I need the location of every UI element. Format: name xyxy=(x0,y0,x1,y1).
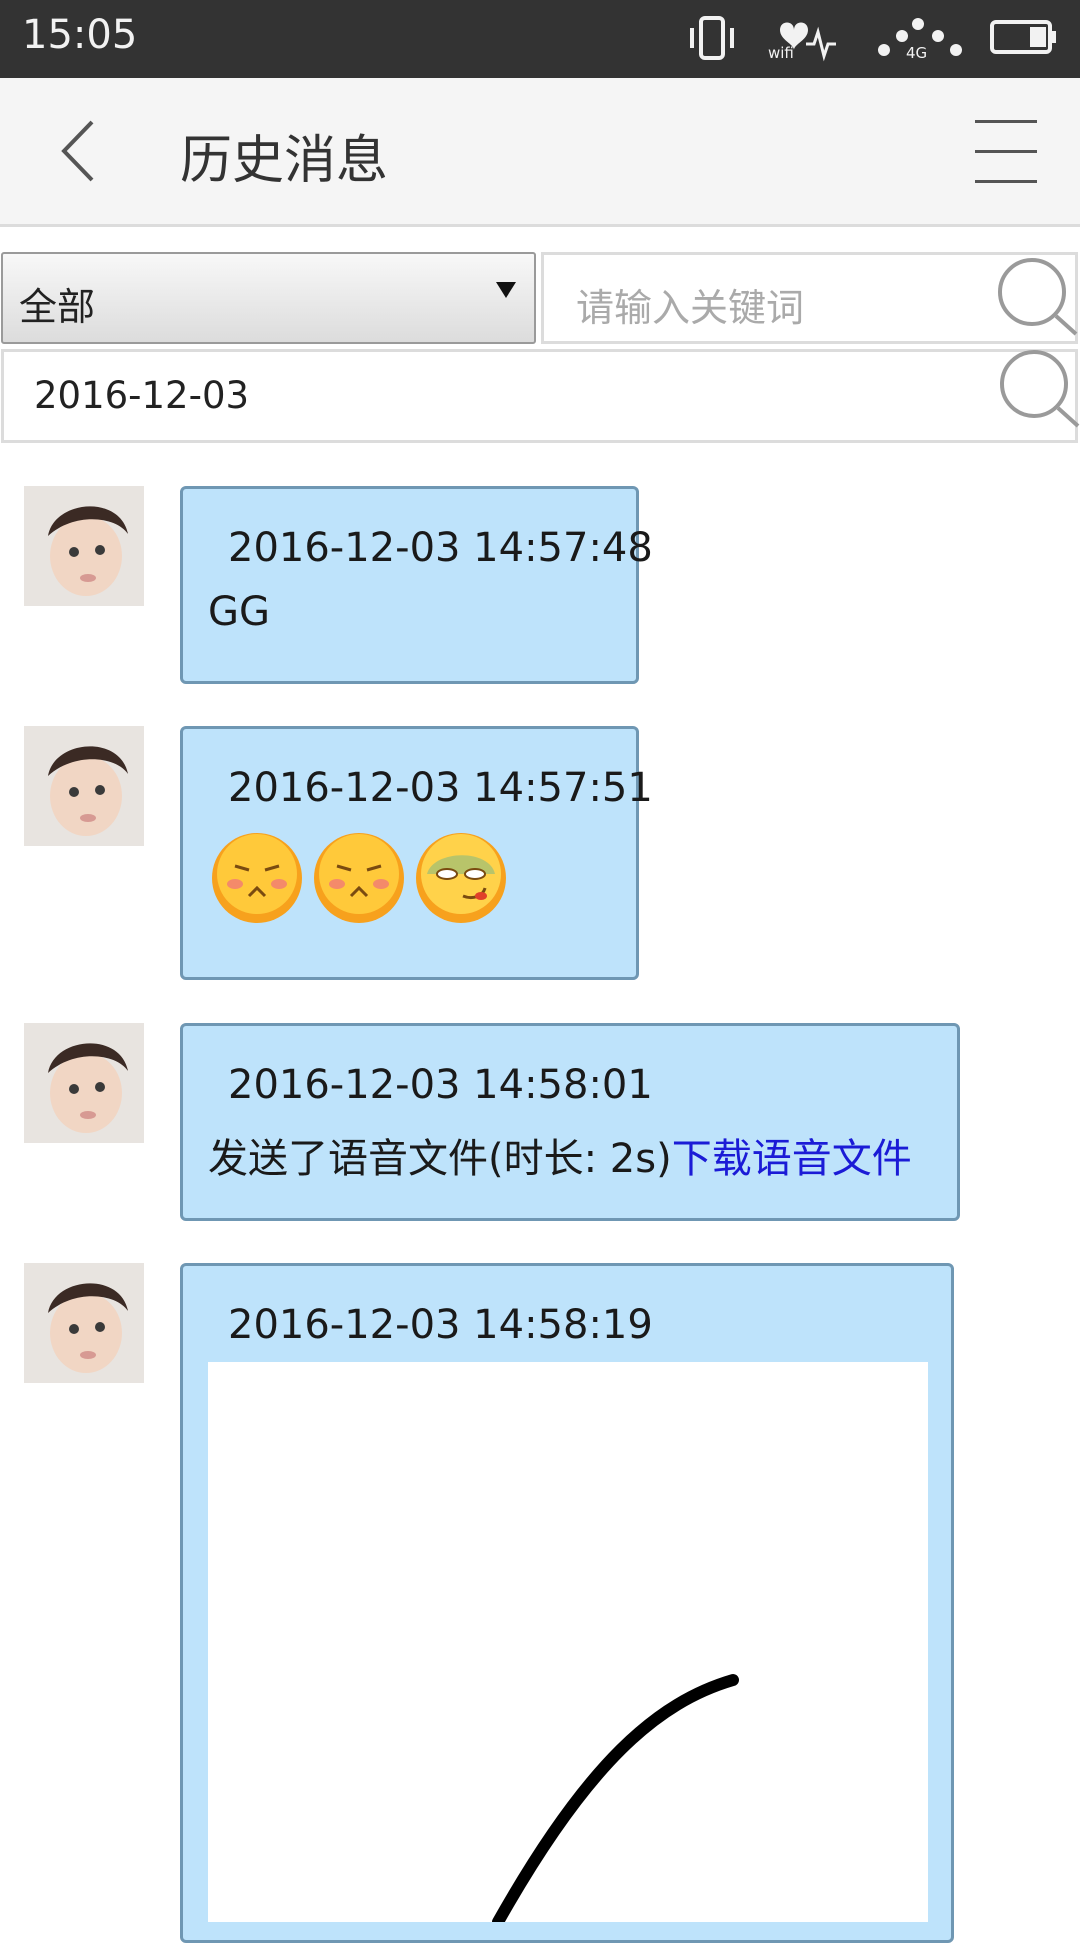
chevron-left-icon[interactable] xyxy=(48,116,118,186)
filter-bar: 全部 请输入关键词 xyxy=(0,252,1080,348)
download-voice-link[interactable]: 下载语音文件 xyxy=(672,1136,912,1182)
date-input[interactable]: 2016-12-03 xyxy=(1,346,1080,443)
hamburger-menu-icon[interactable] xyxy=(975,120,1041,184)
message-bubble[interactable]: 2016-12-03 14:58:01 发送了语音文件(时长: 2s)下载语音文… xyxy=(180,1023,960,1221)
message-timestamp: 2016-12-03 14:57:48 xyxy=(228,525,653,571)
grumpy-face-emoji xyxy=(314,833,404,923)
vibrate-icon xyxy=(690,16,734,60)
dropdown-arrow-icon xyxy=(496,282,516,298)
avatar[interactable] xyxy=(24,1023,144,1143)
message-text: GG xyxy=(208,589,270,635)
voice-message-text: 发送了语音文件(时长: 2s) xyxy=(208,1136,672,1182)
grumpy-face-emoji xyxy=(212,833,302,923)
message-bubble[interactable]: 2016-12-03 14:58:19 xyxy=(180,1263,954,1943)
wifi-icon: wifi xyxy=(766,14,838,66)
message-type-select[interactable]: 全部 xyxy=(1,252,536,344)
keyword-placeholder: 请输入关键词 xyxy=(576,286,805,330)
message-text: 发送了语音文件(时长: 2s)下载语音文件 xyxy=(208,1126,912,1184)
status-bar: 15:05 wifi 4G xyxy=(0,0,1080,78)
handwriting-image[interactable] xyxy=(208,1362,928,1928)
message-bubble[interactable]: 2016-12-03 14:57:51 xyxy=(180,726,653,980)
page-title: 历史消息 xyxy=(180,131,389,191)
avatar[interactable] xyxy=(24,486,144,606)
signal-icon: 4G xyxy=(876,14,966,66)
avatar[interactable] xyxy=(24,1263,144,1383)
status-time: 15:05 xyxy=(22,12,138,58)
search-icon[interactable] xyxy=(992,254,1080,344)
network-label: 4G xyxy=(906,44,928,62)
date-value: 2016-12-03 xyxy=(34,374,250,417)
message-timestamp: 2016-12-03 14:57:51 xyxy=(228,765,653,811)
wifi-label: wifi xyxy=(768,44,794,62)
sick-face-emoji xyxy=(416,833,506,923)
select-value: 全部 xyxy=(19,285,96,329)
message-timestamp: 2016-12-03 14:58:01 xyxy=(228,1062,653,1108)
battery-icon xyxy=(990,20,1056,54)
date-search-icon[interactable] xyxy=(994,346,1080,436)
message-timestamp: 2016-12-03 14:58:19 xyxy=(228,1302,653,1348)
message-bubble[interactable]: 2016-12-03 14:57:48 GG xyxy=(180,486,653,684)
avatar[interactable] xyxy=(24,726,144,846)
app-header: 历史消息 xyxy=(0,78,1080,227)
